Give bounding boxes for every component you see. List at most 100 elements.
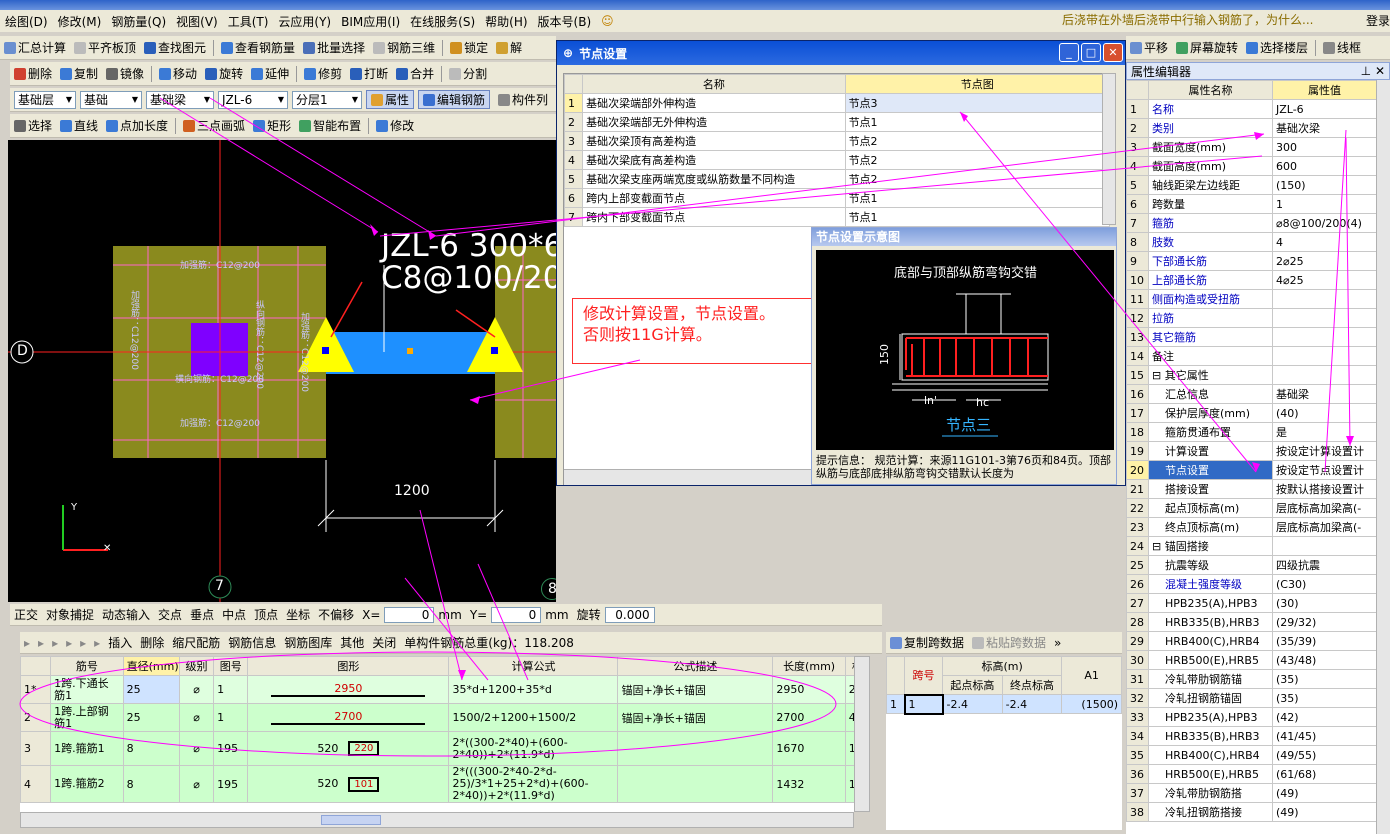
maximize-button[interactable]: □	[1081, 43, 1101, 62]
node-name-cell[interactable]: 基础次梁端部无外伸构造	[582, 112, 846, 132]
node-figure-cell[interactable]: 节点3	[844, 93, 1111, 113]
property-row[interactable]: 16 汇总信息 基础梁	[1126, 384, 1376, 404]
tool-button[interactable]: 修剪	[300, 65, 346, 82]
property-row[interactable]: 6 跨数量 1	[1126, 194, 1376, 214]
property-value[interactable]: 1	[1272, 194, 1376, 214]
tool-button[interactable]: 删除	[10, 65, 56, 82]
table-row[interactable]: 7 跨内下部变截面节点 节点1	[563, 207, 1111, 227]
snap-toggle[interactable]: 对象捕捉	[42, 606, 98, 623]
rebar-tool-button[interactable]: 删除	[136, 634, 168, 651]
node-figure-cell[interactable]: 节点1	[844, 188, 1111, 208]
property-value[interactable]	[1272, 346, 1376, 366]
component-list-button[interactable]: 构件列	[494, 91, 552, 108]
menu-item[interactable]: 版本号(B)	[533, 13, 597, 30]
shape-cell[interactable]: 2950	[247, 675, 450, 704]
properties-button[interactable]: 属性	[366, 90, 415, 109]
property-row[interactable]: 12 拉筋	[1126, 308, 1376, 328]
down-icon[interactable]: ▸	[90, 636, 104, 650]
next-icon[interactable]: ▸	[48, 636, 62, 650]
property-value[interactable]: (43/48)	[1272, 650, 1376, 670]
diameter-cell[interactable]: 8	[122, 731, 180, 766]
property-row[interactable]: 4 截面高度(mm) 600	[1126, 156, 1376, 176]
figure-no-cell[interactable]: 1	[213, 675, 249, 704]
tool-button[interactable]: 复制	[56, 65, 102, 82]
node-name-cell[interactable]: 基础次梁底有高差构造	[582, 150, 846, 170]
property-row[interactable]: 21 搭接设置 按默认搭接设置计	[1126, 479, 1376, 499]
rebar-col-header[interactable]: 图形	[247, 656, 450, 676]
dialog-titlebar[interactable]: ⊕ 节点设置	[557, 41, 1125, 65]
menu-item[interactable]: 云应用(Y)	[273, 13, 336, 30]
tool-button[interactable]: 平齐板顶	[70, 39, 140, 56]
shape-cell[interactable]: 520 220	[247, 731, 450, 766]
tool-button[interactable]: 锁定	[446, 39, 492, 56]
rebar-col-header[interactable]: 长度(mm)	[772, 656, 846, 676]
property-value[interactable]: (41/45)	[1272, 726, 1376, 746]
snap-toggle[interactable]: 顶点	[250, 606, 282, 623]
table-row[interactable]: 5 基础次梁支座两端宽度或纵筋数量不同构造 节点2	[563, 169, 1111, 189]
tool-button[interactable]: 镜像	[102, 65, 148, 82]
menu-item[interactable]: 钢筋量(Q)	[106, 13, 171, 30]
tool-button[interactable]: 矩形	[249, 117, 295, 134]
diameter-cell[interactable]: 25	[122, 675, 180, 704]
snap-toggle[interactable]: 正交	[10, 606, 42, 623]
property-row[interactable]: 34 HRB335(B),HRB3 (41/45)	[1126, 726, 1376, 746]
snap-toggle[interactable]: 不偏移	[314, 606, 358, 623]
property-value[interactable]: 是	[1272, 422, 1376, 442]
diameter-cell[interactable]: 25	[122, 703, 180, 732]
menu-item[interactable]: 在线服务(S)	[405, 13, 480, 30]
grade-cell[interactable]: ⌀	[178, 703, 215, 732]
property-value[interactable]: (C30)	[1272, 574, 1376, 594]
property-row[interactable]: 33 HPB235(A),HPB3 (42)	[1126, 707, 1376, 727]
snap-toggle[interactable]: 垂点	[186, 606, 218, 623]
formula-cell[interactable]: 35*d+1200+35*d	[448, 675, 619, 704]
rebar-col-header[interactable]: 计算公式	[448, 656, 619, 676]
tool-button[interactable]: 旋转	[201, 65, 247, 82]
property-row[interactable]: 30 HRB500(E),HRB5 (43/48)	[1126, 650, 1376, 670]
scroll-thumb[interactable]	[321, 815, 381, 825]
node-figure-cell[interactable]: 节点2	[844, 131, 1111, 151]
property-row[interactable]: 5 轴线距梁左边线距 (150)	[1126, 175, 1376, 195]
cad-canvas[interactable]: JZL-6 300*6 C8@100/20 1200 D 7 8 Y ✕ 加强筋…	[8, 140, 556, 602]
property-value[interactable]: JZL-6	[1272, 99, 1376, 119]
menu-item[interactable]: 工具(T)	[223, 13, 274, 30]
shape-cell[interactable]: 520 101	[247, 765, 450, 803]
property-row[interactable]: 36 HRB500(E),HRB5 (61/68)	[1126, 764, 1376, 784]
property-value[interactable]	[1272, 289, 1376, 309]
property-value[interactable]: (42)	[1272, 707, 1376, 727]
tool-button[interactable]: 平移	[1126, 39, 1172, 56]
formula-cell[interactable]: 2*((300-2*40)+(600-2*40))+2*(11.9*d)	[448, 731, 619, 766]
notice-text[interactable]: 后浇带在外墙后浇带中行输入钢筋了，为什么...	[1062, 10, 1314, 30]
figure-no-cell[interactable]: 195	[213, 765, 249, 803]
property-row[interactable]: 15 ⊟ 其它属性	[1126, 365, 1376, 385]
rebar-tool-button[interactable]: 其他	[336, 634, 368, 651]
formula-desc-cell[interactable]: 锚固+净长+锚固	[617, 675, 774, 704]
span-row[interactable]: 1 1 -2.4 -2.4 (1500)	[886, 693, 1122, 715]
grip-point[interactable]	[407, 348, 413, 354]
table-row[interactable]: 4 基础次梁底有高差构造 节点2	[563, 150, 1111, 170]
node-name-cell[interactable]: 跨内上部变截面节点	[582, 188, 846, 208]
property-value[interactable]: ⌀8@100/200(4)	[1272, 213, 1376, 233]
node-name-cell[interactable]: 基础次梁顶有高差构造	[582, 131, 846, 151]
property-row[interactable]: 2 类别 基础次梁	[1126, 118, 1376, 138]
rebar-grid[interactable]: 筋号直径(mm)级别图号图形计算公式公式描述长度(mm)根1*1跨.下通长筋12…	[20, 656, 870, 812]
snap-toggle[interactable]: 中点	[218, 606, 250, 623]
menu-item[interactable]: BIM应用(I)	[336, 13, 405, 30]
property-value[interactable]: (35/39)	[1272, 631, 1376, 651]
table-row[interactable]: 1 基础次梁端部外伸构造 节点3	[563, 93, 1111, 113]
edit-rebar-button[interactable]: 编辑钢筋	[418, 90, 491, 109]
tool-button[interactable]: 选择楼层	[1242, 39, 1312, 56]
property-value[interactable]: (49/55)	[1272, 745, 1376, 765]
menu-item[interactable]: 绘图(D)	[0, 13, 53, 30]
menu-item[interactable]: 修改(M)	[53, 13, 107, 30]
formula-desc-cell[interactable]	[617, 765, 774, 803]
tool-button[interactable]: 解	[492, 39, 526, 56]
formula-desc-cell[interactable]: 锚固+净长+锚固	[617, 703, 774, 732]
copy-span-button[interactable]: 复制跨数据	[886, 634, 968, 651]
snap-toggle[interactable]: 动态输入	[98, 606, 154, 623]
property-value[interactable]	[1272, 536, 1376, 556]
property-value[interactable]: 2⌀25	[1272, 251, 1376, 271]
property-value[interactable]: (30)	[1272, 593, 1376, 613]
grip-point[interactable]	[322, 347, 329, 354]
property-row[interactable]: 18 箍筋贯通布置是	[1126, 422, 1376, 442]
tool-button[interactable]: 直线	[56, 117, 102, 134]
